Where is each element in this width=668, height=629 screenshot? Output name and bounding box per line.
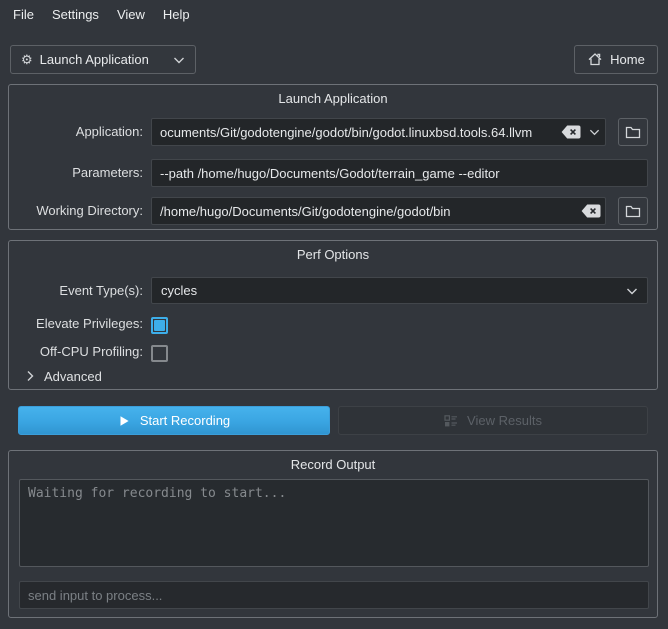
menu-help[interactable]: Help — [154, 0, 199, 30]
home-icon — [587, 52, 603, 67]
perf-options-group: Perf Options Event Type(s): cycles Eleva… — [8, 240, 658, 390]
elevate-privileges-row: Elevate Privileges: — [9, 312, 657, 336]
start-recording-label: Start Recording — [140, 413, 230, 428]
folder-icon — [625, 125, 641, 139]
send-input-field[interactable] — [19, 581, 649, 609]
home-button-label: Home — [610, 52, 645, 67]
offcpu-profiling-label: Off-CPU Profiling: — [9, 340, 143, 364]
record-output-textarea[interactable]: Waiting for recording to start... — [19, 479, 649, 567]
advanced-expander[interactable]: Advanced — [26, 366, 102, 386]
folder-icon — [625, 204, 641, 218]
clear-text-icon[interactable] — [580, 201, 602, 221]
elevate-privileges-checkbox[interactable] — [151, 317, 168, 334]
event-types-combobox[interactable]: cycles — [151, 277, 648, 304]
elevate-privileges-label: Elevate Privileges: — [9, 312, 143, 336]
view-results-label: View Results — [467, 413, 542, 428]
event-types-row: Event Type(s): cycles — [9, 277, 657, 304]
profile-selector-label: Launch Application — [40, 52, 149, 67]
working-directory-row: Working Directory: — [9, 197, 657, 225]
gear-icon: ⚙ — [21, 52, 33, 68]
home-button[interactable]: Home — [574, 45, 658, 74]
clear-text-icon[interactable] — [560, 122, 582, 142]
start-recording-button[interactable]: Start Recording — [18, 406, 330, 435]
parameters-input[interactable] — [151, 159, 648, 187]
event-types-label: Event Type(s): — [9, 277, 143, 304]
menu-view[interactable]: View — [108, 0, 154, 30]
chevron-down-icon — [173, 56, 185, 64]
working-directory-browse-button[interactable] — [618, 197, 648, 225]
application-input[interactable] — [151, 118, 606, 146]
working-directory-label: Working Directory: — [9, 197, 143, 225]
offcpu-profiling-row: Off-CPU Profiling: — [9, 340, 657, 364]
parameters-row: Parameters: — [9, 159, 657, 187]
advanced-label: Advanced — [44, 369, 102, 384]
record-output-group: Record Output Waiting for recording to s… — [8, 450, 658, 618]
menu-settings[interactable]: Settings — [43, 0, 108, 30]
chevron-right-icon — [26, 370, 34, 382]
offcpu-profiling-checkbox[interactable] — [151, 345, 168, 362]
application-label: Application: — [9, 118, 143, 146]
application-row: Application: — [9, 118, 657, 146]
application-browse-button[interactable] — [618, 118, 648, 146]
view-results-icon — [444, 415, 458, 427]
play-icon — [118, 415, 130, 427]
event-types-value: cycles — [161, 283, 197, 298]
launch-group-title: Launch Application — [9, 91, 657, 106]
view-results-button: View Results — [338, 406, 648, 435]
profile-selector-dropdown[interactable]: ⚙ Launch Application — [10, 45, 196, 74]
working-directory-input[interactable] — [151, 197, 606, 225]
chevron-down-icon — [626, 287, 638, 295]
perf-group-title: Perf Options — [9, 247, 657, 262]
chevron-down-icon[interactable] — [585, 122, 603, 142]
record-output-title: Record Output — [9, 457, 657, 472]
menu-file[interactable]: File — [4, 0, 43, 30]
parameters-label: Parameters: — [9, 159, 143, 187]
launch-application-group: Launch Application Application: Paramete… — [8, 84, 658, 230]
menu-bar: File Settings View Help — [0, 0, 668, 30]
